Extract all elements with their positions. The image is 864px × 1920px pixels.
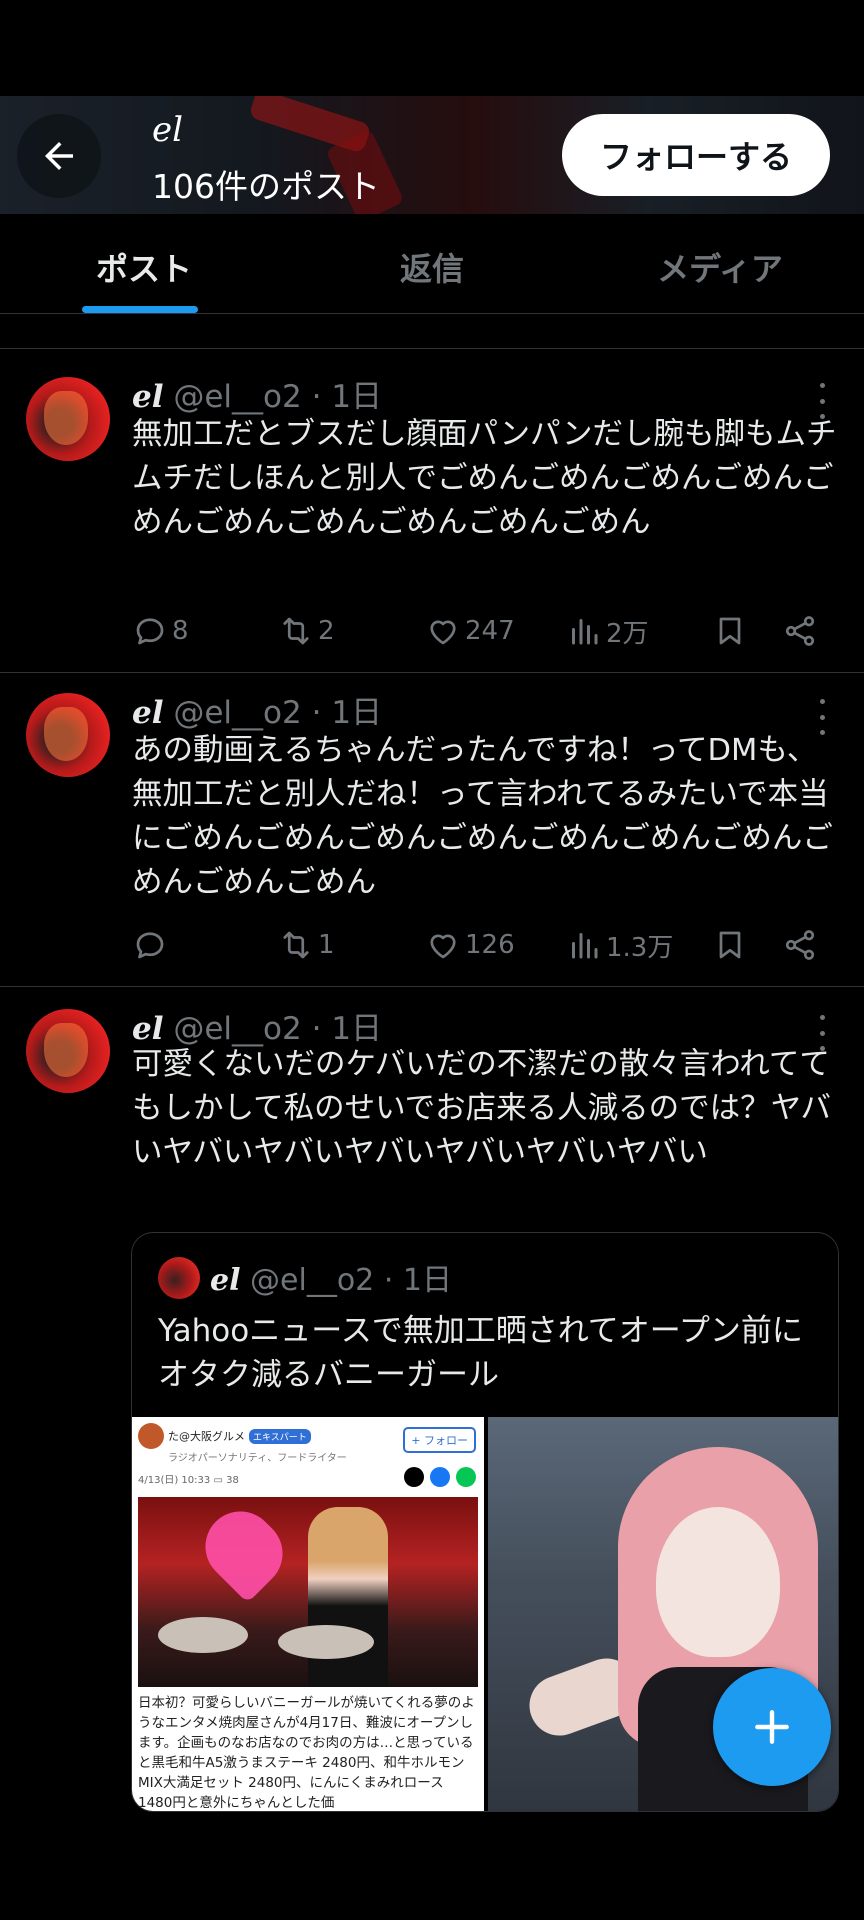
status-bar bbox=[0, 0, 864, 96]
like-icon bbox=[430, 620, 456, 645]
tab-label: ポスト bbox=[95, 250, 192, 288]
share-button[interactable] bbox=[782, 609, 818, 653]
bookmark-button[interactable] bbox=[712, 923, 748, 967]
quoted-handle: @el__o2 bbox=[250, 1263, 375, 1298]
tab-label: メディア bbox=[657, 250, 783, 288]
tab-media[interactable]: メディア bbox=[576, 214, 864, 313]
post-header: el @el__o2 · 1日 bbox=[132, 695, 383, 731]
post-handle[interactable]: @el__o2 bbox=[173, 379, 301, 415]
source-avatar bbox=[138, 1423, 164, 1449]
reply-count: 8 bbox=[172, 616, 189, 646]
views-button[interactable]: 2万 bbox=[566, 609, 649, 653]
views-count: 2万 bbox=[606, 618, 649, 649]
views-count: 1.3万 bbox=[606, 932, 674, 963]
repost-button[interactable]: 2 bbox=[278, 609, 335, 653]
article-role: ラジオパーソナリティ、フードライター bbox=[168, 1453, 347, 1464]
tab-label: 返信 bbox=[399, 250, 464, 288]
post-text: あの動画えるちゃんだったんですね！ってDMも、無加工だと別人だね！って言われてる… bbox=[132, 733, 833, 900]
post-text: 可愛くないだのケバいだの不潔だの散々言われててもしかして私のせいでお店来る人減る… bbox=[132, 1047, 832, 1170]
quoted-post-header: el @el__o2 · 1日 bbox=[210, 1263, 452, 1298]
views-icon bbox=[572, 933, 598, 959]
like-button[interactable]: 126 bbox=[425, 923, 515, 967]
like-button[interactable]: 247 bbox=[425, 609, 515, 653]
follow-button[interactable]: フォローする bbox=[562, 114, 830, 196]
share-icon bbox=[785, 616, 815, 646]
share-icon bbox=[785, 930, 815, 960]
active-tab-indicator bbox=[82, 306, 198, 313]
avatar[interactable] bbox=[26, 693, 110, 777]
quoted-time: 1日 bbox=[402, 1263, 452, 1298]
avatar[interactable] bbox=[26, 1009, 110, 1093]
tab-posts[interactable]: ポスト bbox=[0, 214, 288, 313]
post[interactable]: el @el__o2 · 1日 無加工だとブスだし顔面パンパンだし腕も脚もムチム… bbox=[0, 349, 864, 673]
repost-button[interactable]: 1 bbox=[278, 923, 335, 967]
post-header: el @el__o2 · 1日 bbox=[132, 1011, 383, 1047]
repost-count: 1 bbox=[318, 930, 335, 960]
post-author-name[interactable]: el bbox=[132, 1011, 164, 1047]
back-button[interactable] bbox=[17, 114, 101, 198]
post-time: 1日 bbox=[331, 1011, 383, 1047]
bookmark-button[interactable] bbox=[712, 609, 748, 653]
avatar[interactable] bbox=[26, 377, 110, 461]
reply-button[interactable]: 8 bbox=[132, 609, 189, 653]
quoted-post-text: Yahooニュースで無加工晒されてオープン前にオタク減るバニーガール bbox=[158, 1313, 803, 1393]
post-actions: 1 126 1.3万 bbox=[0, 923, 864, 967]
post-author-name[interactable]: el bbox=[132, 379, 164, 415]
quoted-author-name: el bbox=[210, 1263, 241, 1298]
post-text: 無加工だとブスだし顔面パンパンだし腕も脚もムチムチだしほんと別人でごめんごめんご… bbox=[132, 417, 837, 540]
line-icon bbox=[456, 1467, 476, 1487]
article-photo bbox=[138, 1496, 478, 1687]
reply-icon bbox=[136, 618, 164, 645]
article-source: た@大阪グルメ bbox=[168, 1430, 245, 1443]
article-date: 4/13(日) 10:33 bbox=[138, 1475, 211, 1486]
like-icon bbox=[430, 934, 456, 959]
post-author-name[interactable]: el bbox=[132, 695, 164, 731]
bookmark-icon bbox=[719, 931, 741, 959]
arrow-left-icon bbox=[45, 142, 73, 170]
expert-badge: エキスパート bbox=[249, 1428, 311, 1444]
x-icon bbox=[404, 1467, 424, 1487]
compose-button[interactable] bbox=[713, 1668, 831, 1786]
navigation-bar bbox=[0, 1812, 864, 1920]
profile-tabs: ポスト 返信 メディア bbox=[0, 214, 864, 314]
share-button[interactable] bbox=[782, 923, 818, 967]
news-screenshot-image[interactable]: た@大阪グルメ エキスパート ラジオパーソナリティ、フードライター + フォロー… bbox=[132, 1417, 484, 1811]
bookmark-icon bbox=[719, 617, 741, 645]
like-count: 247 bbox=[465, 616, 515, 646]
facebook-icon bbox=[430, 1467, 450, 1487]
avatar bbox=[158, 1257, 200, 1299]
profile-name: el bbox=[152, 110, 183, 150]
profile-header: el 106件のポスト フォローする bbox=[0, 96, 864, 214]
post-actions: 8 2 247 2万 bbox=[0, 609, 864, 653]
share-icons bbox=[404, 1467, 476, 1487]
post-handle[interactable]: @el__o2 bbox=[173, 695, 301, 731]
post-time: 1日 bbox=[331, 695, 383, 731]
reply-icon bbox=[136, 932, 164, 959]
post-handle[interactable]: @el__o2 bbox=[173, 1011, 301, 1047]
post-header: el @el__o2 · 1日 bbox=[132, 379, 383, 415]
article-body: 日本初？可愛らしいバニーガールが焼いてくれる夢のようなエンタメ焼肉屋さんが4月1… bbox=[138, 1695, 475, 1811]
like-count: 126 bbox=[465, 930, 515, 960]
reply-button[interactable] bbox=[132, 923, 172, 967]
post-count: 106件のポスト bbox=[152, 167, 380, 206]
compose-plus-icon bbox=[755, 1710, 789, 1744]
article-comments: 38 bbox=[226, 1475, 239, 1486]
post[interactable]: el @el__o2 · 1日 あの動画えるちゃんだったんですね！ってDMも、無… bbox=[0, 673, 864, 987]
post-time: 1日 bbox=[331, 379, 383, 415]
views-icon bbox=[572, 619, 598, 645]
views-button[interactable]: 1.3万 bbox=[566, 923, 673, 967]
article-follow-button: + フォロー bbox=[403, 1427, 476, 1453]
tab-replies[interactable]: 返信 bbox=[288, 214, 576, 313]
repost-icon bbox=[283, 617, 309, 645]
repost-count: 2 bbox=[318, 616, 335, 646]
repost-icon bbox=[283, 931, 309, 959]
